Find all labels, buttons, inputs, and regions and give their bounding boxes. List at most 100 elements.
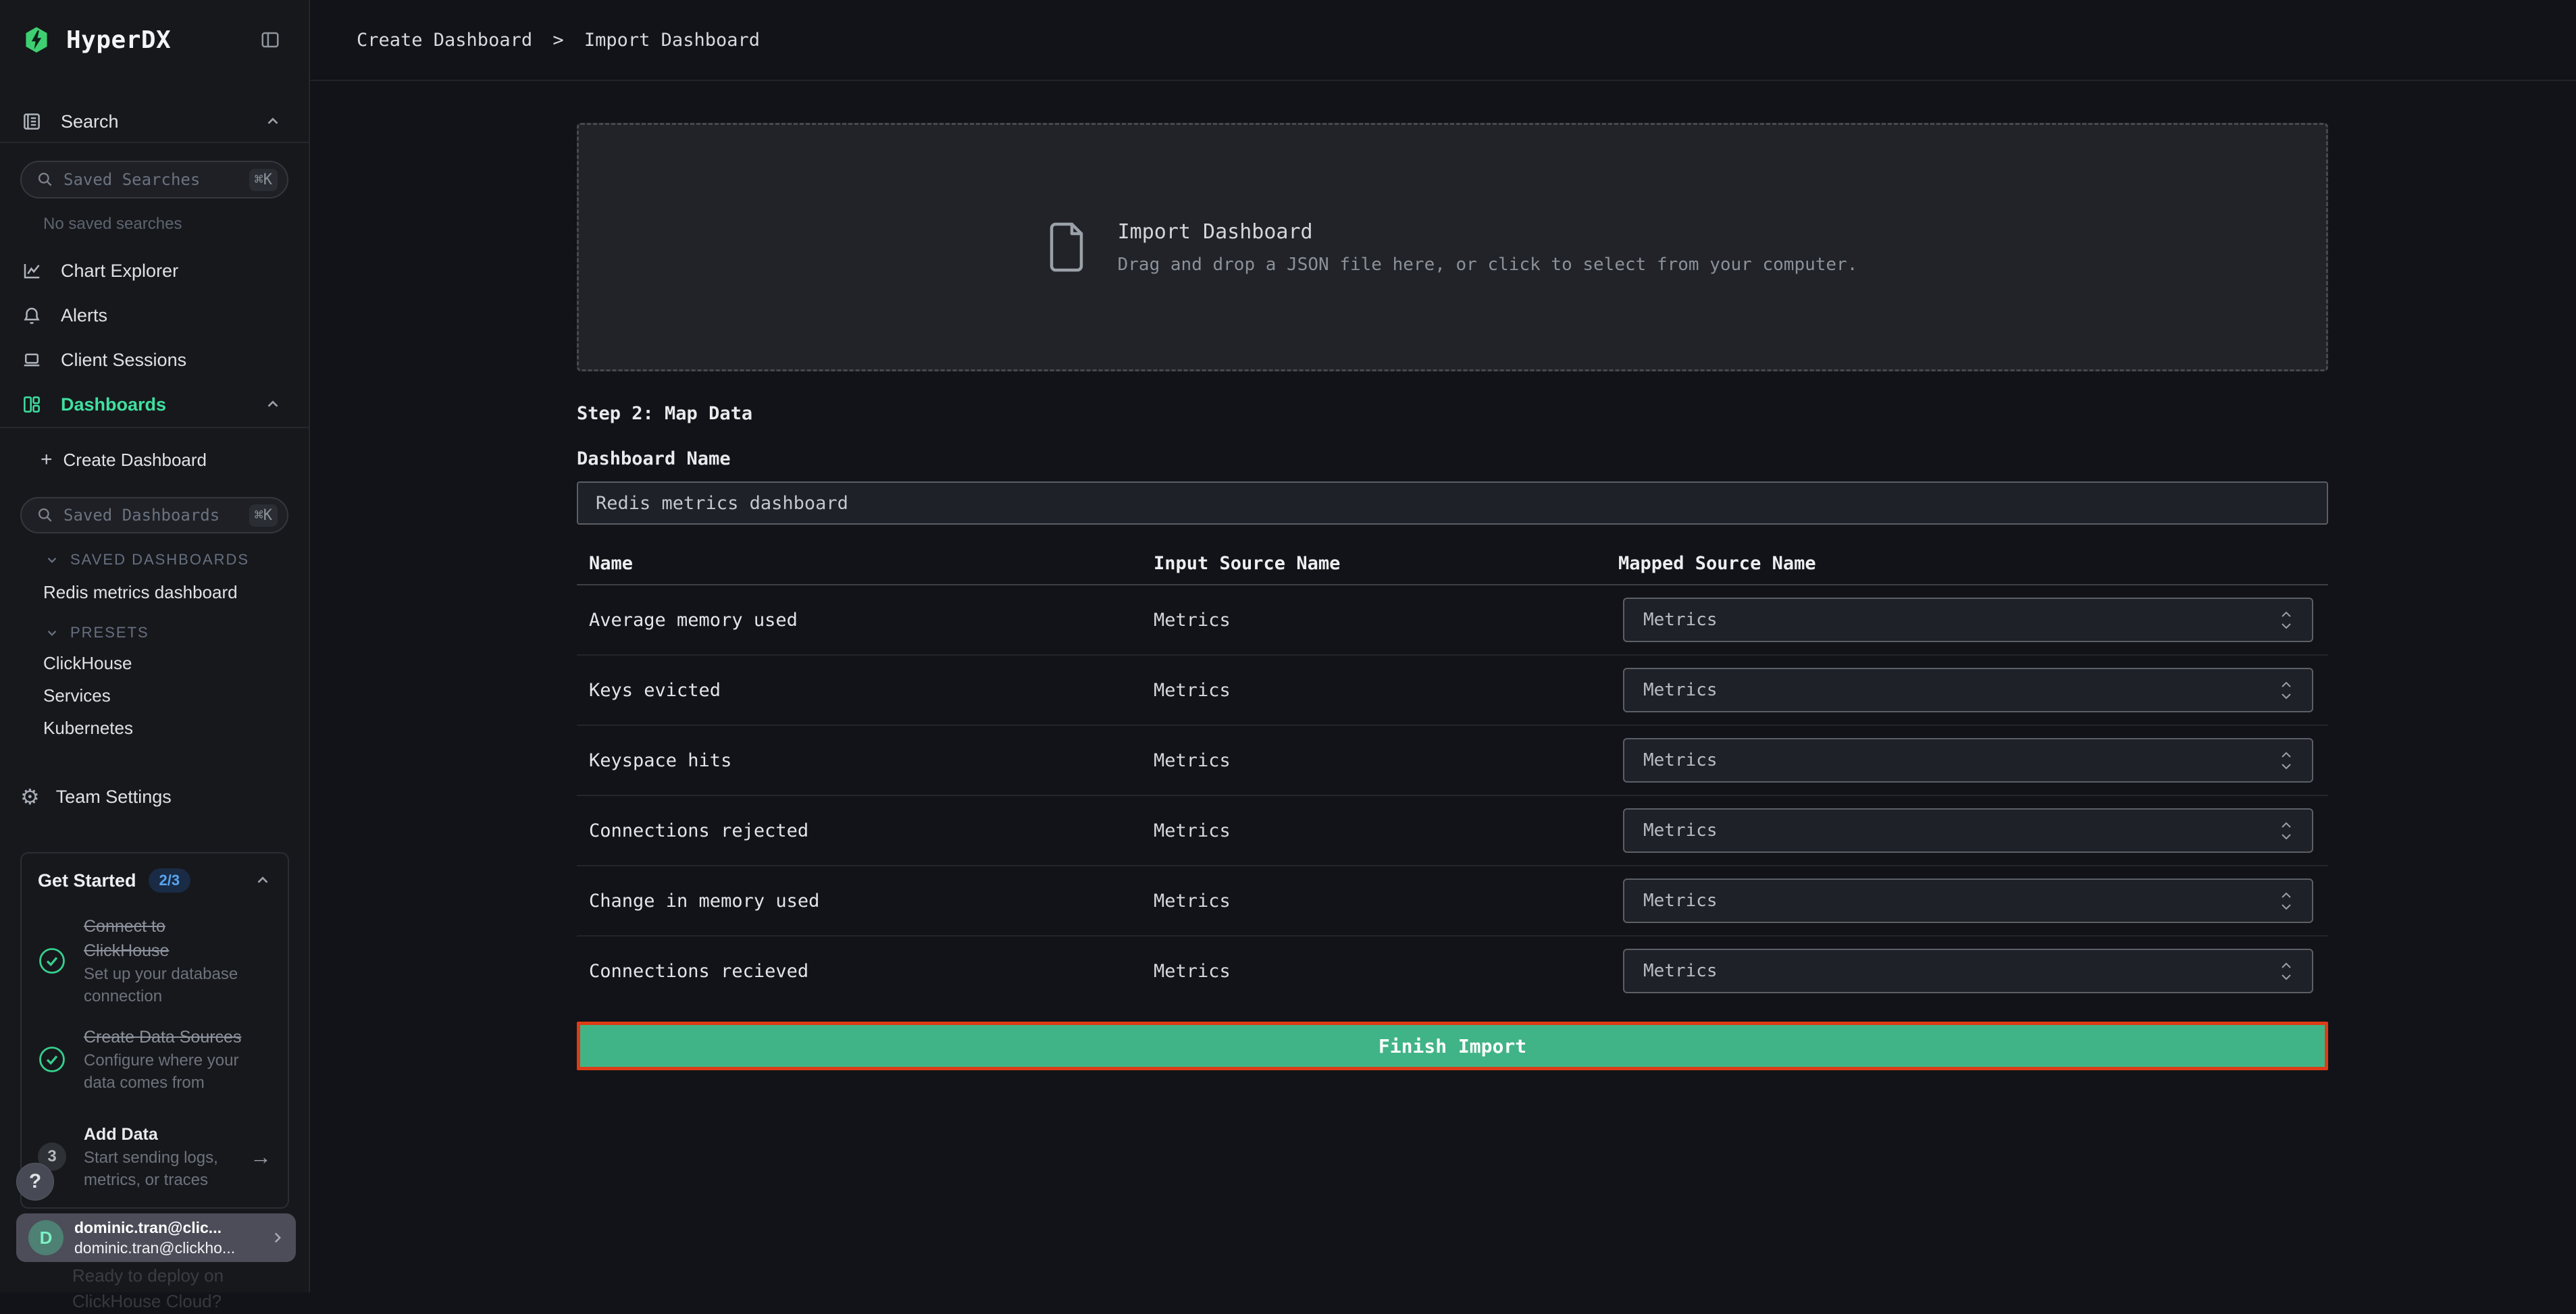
select-value: Metrics (1643, 610, 1718, 630)
row-name: Average memory used (577, 585, 1154, 654)
select-chevrons-icon (2279, 891, 2293, 911)
row-input-source: Metrics (1154, 585, 1618, 654)
breadcrumb-create-dashboard[interactable]: Create Dashboard (357, 30, 532, 51)
chart-explorer-icon (22, 261, 42, 281)
sidebar-item-alerts[interactable]: Alerts (0, 293, 309, 338)
mapped-source-select[interactable]: Metrics (1623, 668, 2313, 712)
sidebar-section-search[interactable]: Search (0, 101, 309, 142)
mapping-table: Name Input Source Name Mapped Source Nam… (577, 542, 2328, 1005)
saved-dashboards-searchbox[interactable]: ⌘K (20, 497, 288, 533)
gear-icon: ⚙ (20, 786, 40, 808)
get-started-step-connect[interactable]: Connect to ClickHouse Set up your databa… (38, 914, 272, 1007)
user-email: dominic.tran@clickho... (74, 1238, 235, 1258)
get-started-card: Get Started 2/3 Connect to ClickHouse Se… (20, 852, 289, 1209)
sidebar-item-dashboards[interactable]: Dashboards (0, 382, 309, 427)
top-bar: Create Dashboard > Import Dashboard (310, 0, 2576, 81)
row-input-source: Metrics (1154, 656, 1618, 725)
row-mapped-cell: Metrics (1618, 656, 2328, 725)
avatar: D (28, 1220, 63, 1255)
file-icon (1048, 221, 1085, 273)
row-mapped-cell: Metrics (1618, 726, 2328, 795)
column-header-input-source: Input Source Name (1154, 542, 1618, 584)
table-row: Keyspace hits Metrics Metrics (577, 726, 2328, 796)
finish-import-button[interactable]: Finish Import (577, 1022, 2328, 1070)
sidebar-divider (0, 427, 309, 428)
mapped-source-select[interactable]: Metrics (1623, 598, 2313, 642)
saved-searches-searchbox[interactable]: ⌘K (20, 161, 288, 199)
no-saved-searches-text: No saved searches (43, 215, 309, 234)
dashboard-name-label: Dashboard Name (577, 448, 2328, 469)
saved-searches-input[interactable] (63, 170, 249, 189)
table-row: Connections recieved Metrics Metrics (577, 937, 2328, 1005)
dashboard-name-input[interactable] (577, 481, 2328, 525)
laptop-icon (22, 350, 42, 370)
sidebar-item-clickhouse[interactable]: ClickHouse (0, 647, 309, 679)
sidebar-item-team-settings[interactable]: ⚙ Team Settings (0, 777, 309, 817)
mapped-source-select[interactable]: Metrics (1623, 808, 2313, 853)
get-started-step-sources[interactable]: Create Data Sources Configure where your… (38, 1025, 272, 1094)
plus-icon: + (41, 450, 53, 470)
row-name: Connections rejected (577, 796, 1154, 865)
get-started-header[interactable]: Get Started 2/3 (38, 868, 272, 893)
search-icon (36, 171, 54, 188)
get-started-step-add-data[interactable]: 3 Add Data Start sending logs, metrics, … (38, 1122, 272, 1191)
row-name: Connections recieved (577, 937, 1154, 1005)
row-name: Keys evicted (577, 656, 1154, 725)
search-section-icon (22, 111, 42, 132)
step-subtitle: Configure where your data comes from (84, 1049, 249, 1094)
sidebar-nav: Chart Explorer Alerts Client Sessions Da… (0, 248, 309, 427)
select-value: Metrics (1643, 680, 1718, 700)
breadcrumb-separator: > (552, 30, 563, 51)
main-content: Import Dashboard Drag and drop a JSON fi… (310, 81, 2576, 1292)
row-input-source: Metrics (1154, 866, 1618, 935)
step-text: Create Data Sources Configure where your… (84, 1025, 249, 1094)
team-settings-label: Team Settings (56, 787, 172, 808)
saved-dashboards-input[interactable] (63, 506, 249, 525)
row-name: Change in memory used (577, 866, 1154, 935)
help-button[interactable]: ? (16, 1163, 54, 1201)
step-text: Add Data Start sending logs, metrics, or… (84, 1122, 232, 1191)
select-chevrons-icon (2279, 681, 2293, 700)
check-circle-icon (38, 947, 66, 975)
select-chevrons-icon (2279, 962, 2293, 981)
step-title: Connect to ClickHouse (84, 914, 249, 963)
app-title: HyperDX (66, 26, 171, 54)
step-text: Connect to ClickHouse Set up your databa… (84, 914, 249, 1007)
select-chevrons-icon (2279, 610, 2293, 630)
check-circle-icon (38, 1045, 66, 1074)
bell-icon (22, 305, 42, 325)
sidebar-item-kubernetes[interactable]: Kubernetes (0, 712, 309, 744)
create-dashboard-button[interactable]: + Create Dashboard (0, 439, 309, 481)
mapped-source-select[interactable]: Metrics (1623, 949, 2313, 993)
sidebar-item-services[interactable]: Services (0, 679, 309, 712)
import-dropzone[interactable]: Import Dashboard Drag and drop a JSON fi… (577, 123, 2328, 371)
row-input-source: Metrics (1154, 937, 1618, 1005)
sidebar-collapse-button[interactable] (259, 30, 282, 50)
get-started-title: Get Started (38, 870, 136, 891)
progress-badge: 2/3 (149, 868, 191, 893)
user-name: dominic.tran@clic... (74, 1217, 235, 1238)
chevron-up-icon (264, 396, 282, 413)
sidebar-divider (0, 142, 309, 143)
row-mapped-cell: Metrics (1618, 937, 2328, 1005)
select-value: Metrics (1643, 961, 1718, 981)
promo-line1: Ready to deploy on (72, 1263, 275, 1288)
select-value: Metrics (1643, 750, 1718, 770)
sidebar-item-client-sessions[interactable]: Client Sessions (0, 338, 309, 382)
mapped-source-select[interactable]: Metrics (1623, 738, 2313, 783)
group-presets[interactable]: PRESETS (0, 619, 309, 647)
table-header-row: Name Input Source Name Mapped Source Nam… (577, 542, 2328, 585)
sidebar-item-chart-explorer[interactable]: Chart Explorer (0, 248, 309, 293)
search-icon (36, 506, 54, 524)
chevron-up-icon (254, 872, 272, 889)
dropzone-subtitle: Drag and drop a JSON file here, or click… (1118, 255, 1858, 275)
group-saved-dashboards[interactable]: SAVED DASHBOARDS (0, 546, 309, 574)
mapped-source-select[interactable]: Metrics (1623, 878, 2313, 923)
sidebar-item-redis-metrics-dashboard[interactable]: Redis metrics dashboard (0, 574, 309, 610)
user-profile-chip[interactable]: D dominic.tran@clic... dominic.tran@clic… (16, 1213, 296, 1262)
group-label: PRESETS (70, 624, 149, 641)
step-subtitle: Set up your database connection (84, 963, 249, 1007)
hyperdx-logo-icon (24, 26, 49, 53)
step-subtitle: Start sending logs, metrics, or traces (84, 1147, 232, 1191)
select-chevrons-icon (2279, 751, 2293, 770)
